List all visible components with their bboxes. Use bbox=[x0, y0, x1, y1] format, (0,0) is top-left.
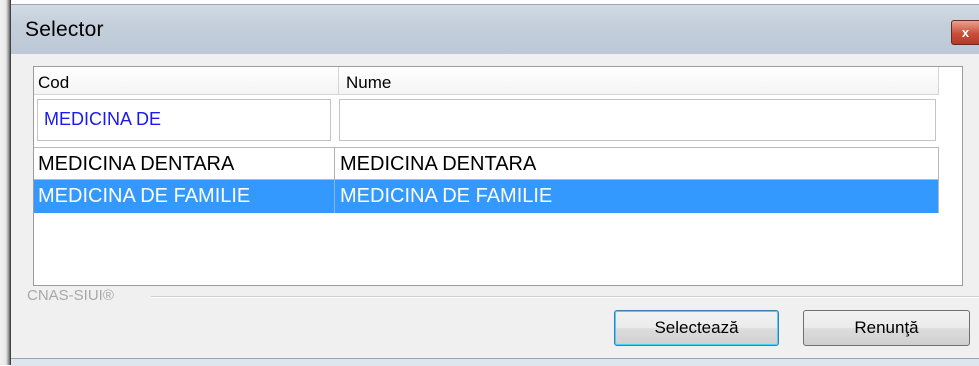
column-header-nume[interactable]: Nume bbox=[339, 67, 939, 95]
cancel-button[interactable]: Renunţă bbox=[803, 310, 970, 346]
table-row[interactable]: MEDICINA DENTARA MEDICINA DENTARA bbox=[34, 147, 939, 180]
cell-cod: MEDICINA DE FAMILIE bbox=[34, 180, 335, 213]
dialog-body: Cod Nume MEDICINA DE MEDICINA DENTARA ME… bbox=[11, 54, 979, 358]
filter-input-nume[interactable] bbox=[339, 99, 936, 141]
footer-separator bbox=[151, 296, 979, 298]
results-grid[interactable]: Cod Nume MEDICINA DE MEDICINA DENTARA ME… bbox=[33, 66, 963, 286]
cell-nume: MEDICINA DENTARA bbox=[340, 153, 537, 175]
close-button[interactable]: x bbox=[951, 20, 979, 45]
selector-window: Selector x Cod Nume MEDICINA DE MEDICINA… bbox=[0, 0, 979, 366]
title-bar[interactable]: Selector x bbox=[11, 4, 979, 55]
select-button[interactable]: Selectează bbox=[614, 310, 779, 346]
table-row-selected[interactable]: MEDICINA DE FAMILIE MEDICINA DE FAMILIE bbox=[34, 180, 939, 213]
cell-nume: MEDICINA DE FAMILIE bbox=[340, 185, 553, 207]
filter-input-cod[interactable]: MEDICINA DE bbox=[37, 99, 331, 141]
grid-divider bbox=[938, 147, 939, 213]
window-title: Selector bbox=[25, 18, 104, 41]
cell-cod: MEDICINA DENTARA bbox=[34, 148, 335, 179]
column-header-cod[interactable]: Cod bbox=[34, 67, 339, 95]
close-icon: x bbox=[961, 25, 970, 40]
footer-label: CNAS-SIUI® bbox=[27, 287, 118, 304]
window-left-edge bbox=[0, 0, 11, 365]
